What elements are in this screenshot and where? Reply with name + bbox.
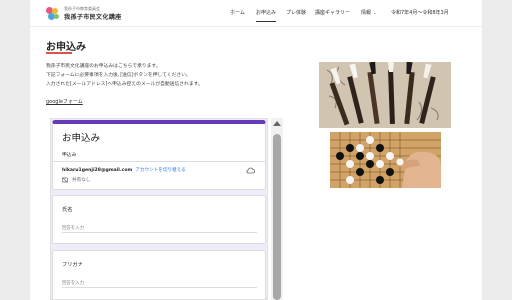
name-input[interactable]: 回答を入力: [62, 225, 257, 233]
form-divider: [53, 161, 265, 162]
nav-application[interactable]: お申込み: [256, 9, 277, 22]
nav-info-label: 情報: [361, 10, 372, 16]
page-title: お申込み: [46, 42, 86, 53]
intro-line-2: 下記フォームに必要事項を入力後､[送信]ボタンを押してください。: [46, 73, 191, 78]
intro-line-3: 入力された[メールアドレス]へ申込み控えのメールが自動送信されます。: [46, 82, 203, 87]
go-game-image: [330, 132, 441, 188]
nav-info[interactable]: 情報 ⌄: [361, 9, 376, 16]
cloud-saved-icon: [246, 167, 255, 174]
page: 我孫子市教育委員会 我孫子市民文化講座 ホーム お申込み プレ体験 講座ギャラリ…: [30, 0, 482, 300]
account-email-text: hikaru1genji28@gmail.com: [62, 168, 133, 173]
question-card-name: 氏名 回答を入力: [52, 195, 266, 244]
question-label-name: 氏名: [62, 207, 73, 213]
form-description: 申込み: [62, 153, 77, 158]
form-scrollbar[interactable]: [271, 118, 283, 300]
calligraphy-brushes-image: [319, 62, 451, 128]
not-shared-icon: [62, 177, 68, 183]
nav-home[interactable]: ホーム: [230, 9, 245, 16]
nav-gallery[interactable]: 講座ギャラリー: [315, 9, 350, 16]
account-email: hikaru1genji28@gmail.com アカウントを切り替える: [62, 167, 186, 173]
furigana-input[interactable]: 回答を入力: [62, 280, 257, 288]
scrollbar-thumb[interactable]: [273, 134, 281, 300]
question-label-furigana: フリガナ: [62, 262, 83, 268]
embedded-form: お申込み 申込み hikaru1genji28@gmail.com アカウントを切…: [50, 118, 268, 300]
nav-period: 令和7年4月～令和8年3月: [391, 10, 449, 16]
form-header-card: お申込み 申込み hikaru1genji28@gmail.com アカウントを切…: [52, 120, 266, 190]
title-underline: [46, 52, 72, 54]
logo-mark-icon: [46, 7, 62, 21]
form-title: お申込み: [62, 133, 101, 144]
share-status: 共有なし: [72, 178, 91, 183]
intro-line-1: 我孫子市民文化講座のお申込みはこちらで承ります。: [46, 64, 161, 69]
google-form-link[interactable]: googleフォーム: [46, 98, 83, 105]
question-card-furigana: フリガナ 回答を入力: [52, 250, 266, 299]
scroll-up-arrow-icon[interactable]: [273, 121, 281, 126]
nav-trial[interactable]: プレ体験: [286, 9, 306, 16]
site-header: 我孫子市教育委員会 我孫子市民文化講座 ホーム お申込み プレ体験 講座ギャラリ…: [30, 0, 482, 27]
site-logo[interactable]: 我孫子市教育委員会 我孫子市民文化講座: [46, 5, 138, 23]
switch-account-link[interactable]: アカウントを切り替える: [135, 168, 185, 173]
chevron-down-icon: ⌄: [373, 10, 377, 15]
logo-title: 我孫子市民文化講座: [64, 14, 122, 21]
